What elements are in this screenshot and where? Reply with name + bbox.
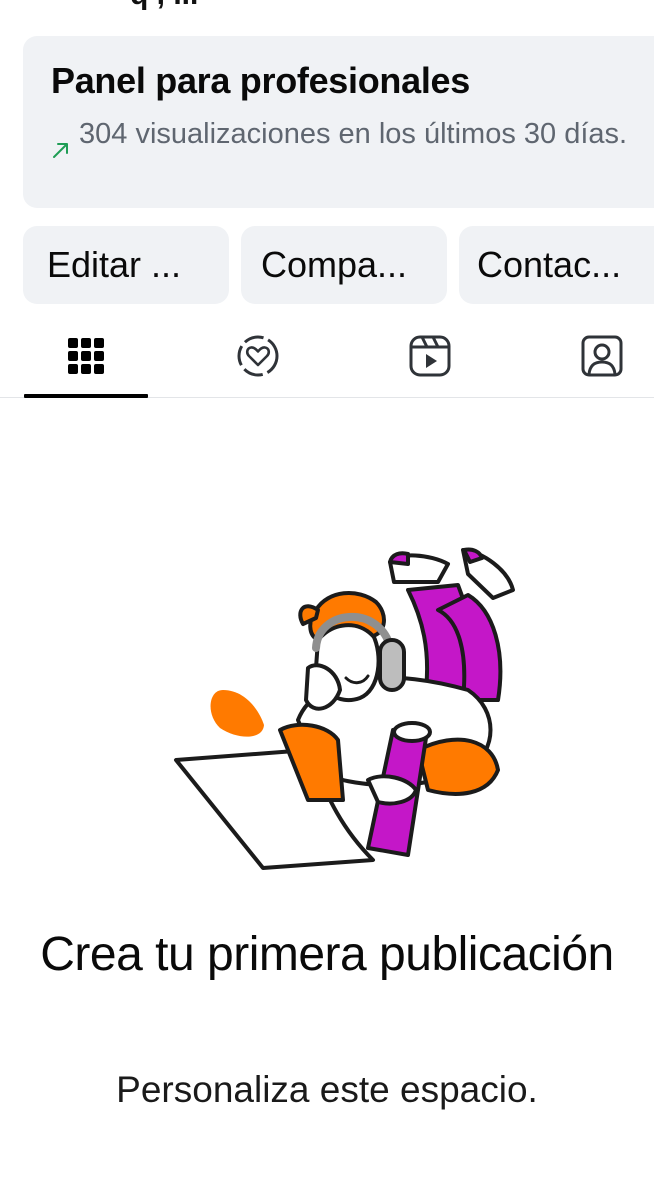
- empty-state-illustration: [174, 547, 515, 870]
- profile-screen: q , ... Panel para profesionales 304 vis…: [0, 0, 654, 1200]
- profile-tabs: [0, 316, 654, 398]
- story-highlights-icon: [237, 335, 279, 377]
- profile-actions: Editar ... Compa... Contac...: [23, 226, 654, 304]
- grid-icon: [68, 338, 104, 374]
- tagged-photos-icon: [581, 335, 623, 377]
- arrow-up-right-icon: [53, 143, 68, 158]
- empty-state-subtitle: Personaliza este espacio.: [116, 1069, 538, 1110]
- edit-profile-button[interactable]: Editar ...: [23, 226, 229, 304]
- share-profile-button[interactable]: Compa...: [241, 226, 447, 304]
- tab-posts-grid[interactable]: [24, 316, 148, 398]
- dashboard-title: Panel para profesionales: [51, 60, 470, 101]
- tab-tagged[interactable]: [540, 316, 654, 396]
- tab-story-highlights[interactable]: [196, 316, 320, 396]
- dashboard-stats: 304 visualizaciones en los últimos 30 dí…: [79, 118, 628, 150]
- professional-dashboard-card[interactable]: Panel para profesionales 304 visualizaci…: [23, 36, 654, 208]
- contact-button[interactable]: Contac...: [459, 226, 654, 304]
- reels-icon: [409, 335, 451, 377]
- cut-off-bio-text: q , ...: [130, 0, 198, 12]
- empty-state-title: Crea tu primera publicación: [40, 928, 614, 981]
- tab-reels[interactable]: [368, 316, 492, 396]
